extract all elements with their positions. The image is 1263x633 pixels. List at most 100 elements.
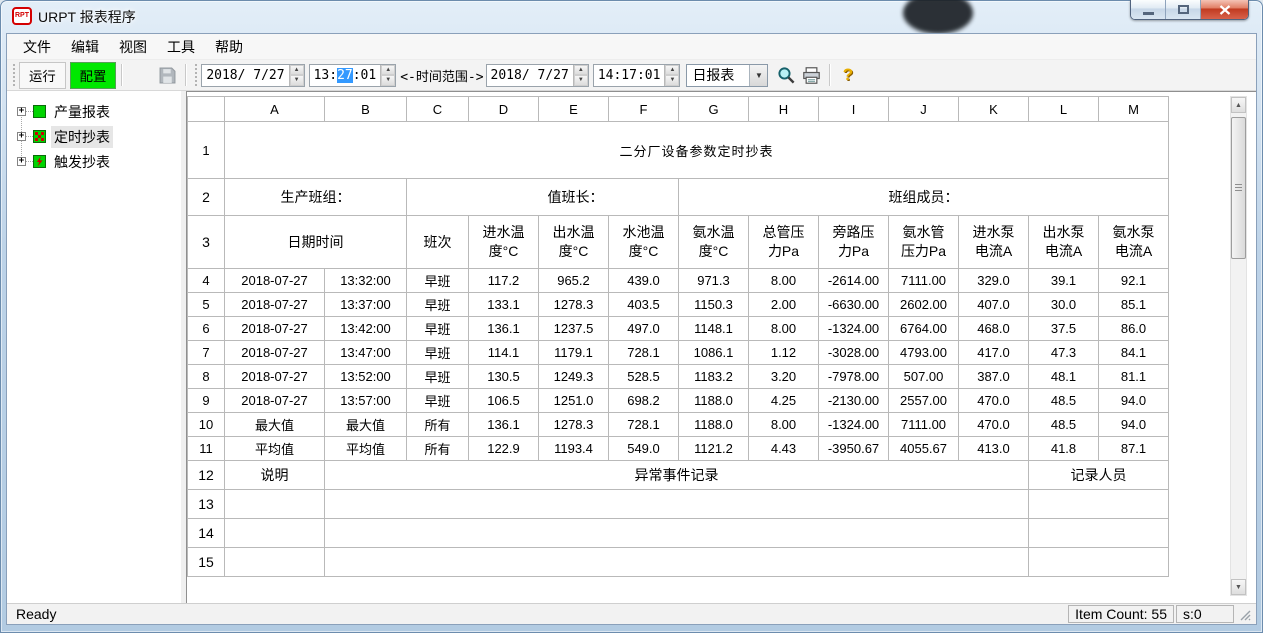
end-date-field[interactable]: 2018/ 7/27 ▲ ▼ xyxy=(486,64,589,87)
corner-cell[interactable] xyxy=(188,97,225,122)
table-cell[interactable]: -2614.00 xyxy=(819,269,889,293)
chevron-down-icon[interactable]: ▼ xyxy=(749,65,767,86)
table-cell[interactable]: -1324.00 xyxy=(819,413,889,437)
table-cell[interactable]: 2602.00 xyxy=(889,293,959,317)
table-cell[interactable]: 总管压 力Pa xyxy=(749,216,819,269)
run-button[interactable]: 运行 xyxy=(19,62,66,89)
table-cell[interactable]: 133.1 xyxy=(469,293,539,317)
table-cell[interactable]: 早班 xyxy=(407,341,469,365)
table-cell[interactable]: 4.25 xyxy=(749,389,819,413)
table-cell[interactable]: 1121.2 xyxy=(679,437,749,461)
titlebar[interactable]: RPT URPT 报表程序 xyxy=(0,0,1263,33)
row-number[interactable]: 12 xyxy=(188,461,225,490)
table-cell[interactable]: 528.5 xyxy=(609,365,679,389)
table-cell[interactable]: 4055.67 xyxy=(889,437,959,461)
column-header[interactable]: J xyxy=(889,97,959,122)
table-cell[interactable]: 136.1 xyxy=(469,317,539,341)
spin-up-icon[interactable]: ▲ xyxy=(290,65,304,76)
column-header[interactable]: M xyxy=(1099,97,1169,122)
row-number[interactable]: 14 xyxy=(188,519,225,548)
table-cell[interactable]: 81.1 xyxy=(1099,365,1169,389)
table-cell[interactable] xyxy=(1029,548,1169,577)
table-cell[interactable]: 最大值 xyxy=(325,413,407,437)
row-number[interactable]: 3 xyxy=(188,216,225,269)
table-cell[interactable]: 1179.1 xyxy=(539,341,609,365)
table-cell[interactable]: 4.43 xyxy=(749,437,819,461)
column-header[interactable]: I xyxy=(819,97,889,122)
report-type-dropdown[interactable]: 日报表 ▼ xyxy=(686,64,768,87)
table-cell[interactable]: 971.3 xyxy=(679,269,749,293)
table-cell[interactable]: 413.0 xyxy=(959,437,1029,461)
menu-file[interactable]: 文件 xyxy=(13,34,61,60)
table-cell[interactable]: 班组成员： xyxy=(679,179,1169,216)
table-cell[interactable]: 507.00 xyxy=(889,365,959,389)
table-cell[interactable]: 2018-07-27 xyxy=(225,317,325,341)
table-cell[interactable] xyxy=(225,519,325,548)
column-header[interactable]: H xyxy=(749,97,819,122)
table-cell[interactable]: 平均值 xyxy=(325,437,407,461)
table-cell[interactable]: 8.00 xyxy=(749,317,819,341)
table-cell[interactable]: 37.5 xyxy=(1029,317,1099,341)
table-cell[interactable]: 403.5 xyxy=(609,293,679,317)
table-cell[interactable]: 549.0 xyxy=(609,437,679,461)
table-cell[interactable]: 698.2 xyxy=(609,389,679,413)
table-cell[interactable]: 728.1 xyxy=(609,413,679,437)
table-cell[interactable]: 41.8 xyxy=(1029,437,1099,461)
table-cell[interactable]: 早班 xyxy=(407,365,469,389)
table-cell[interactable]: 1249.3 xyxy=(539,365,609,389)
table-cell[interactable]: 48.1 xyxy=(1029,365,1099,389)
table-cell[interactable]: 生产班组： xyxy=(225,179,407,216)
scroll-down-icon[interactable]: ▼ xyxy=(1231,579,1246,595)
table-cell[interactable]: 早班 xyxy=(407,317,469,341)
column-header[interactable]: D xyxy=(469,97,539,122)
sidebar-item-triggered-meter-report[interactable]: + 触发抄表 xyxy=(7,149,181,174)
start-time-field[interactable]: 13:27:01 ▲ ▼ xyxy=(309,64,397,87)
table-cell[interactable]: 1148.1 xyxy=(679,317,749,341)
table-cell[interactable]: 439.0 xyxy=(609,269,679,293)
table-cell[interactable] xyxy=(1029,490,1169,519)
row-number[interactable]: 8 xyxy=(188,365,225,389)
table-cell[interactable]: 日期时间 xyxy=(225,216,407,269)
table-cell[interactable]: 班次 xyxy=(407,216,469,269)
table-cell[interactable]: 329.0 xyxy=(959,269,1029,293)
expand-plus-icon[interactable]: + xyxy=(17,157,26,166)
table-cell[interactable]: 氨水管 压力Pa xyxy=(889,216,959,269)
close-button[interactable] xyxy=(1201,0,1248,19)
row-number[interactable]: 7 xyxy=(188,341,225,365)
table-cell[interactable]: 48.5 xyxy=(1029,413,1099,437)
spin-down-icon[interactable]: ▼ xyxy=(665,75,679,86)
table-cell[interactable]: 2018-07-27 xyxy=(225,365,325,389)
table-cell[interactable]: 94.0 xyxy=(1099,389,1169,413)
table-cell[interactable]: 1278.3 xyxy=(539,293,609,317)
menu-view[interactable]: 视图 xyxy=(109,34,157,60)
table-cell[interactable]: 470.0 xyxy=(959,389,1029,413)
row-number[interactable]: 13 xyxy=(188,490,225,519)
table-cell[interactable]: 1251.0 xyxy=(539,389,609,413)
table-cell[interactable]: 1086.1 xyxy=(679,341,749,365)
table-cell[interactable]: 1150.3 xyxy=(679,293,749,317)
table-cell[interactable]: 7111.00 xyxy=(889,413,959,437)
row-number[interactable]: 1 xyxy=(188,122,225,179)
row-number[interactable]: 9 xyxy=(188,389,225,413)
column-header[interactable]: K xyxy=(959,97,1029,122)
table-cell[interactable]: 470.0 xyxy=(959,413,1029,437)
table-cell[interactable]: 122.9 xyxy=(469,437,539,461)
spin-up-icon[interactable]: ▲ xyxy=(574,65,588,76)
table-cell[interactable]: 旁路压 力Pa xyxy=(819,216,889,269)
minimize-button[interactable] xyxy=(1131,0,1166,19)
scrollbar-thumb[interactable] xyxy=(1231,117,1246,259)
table-cell[interactable]: 47.3 xyxy=(1029,341,1099,365)
row-number[interactable]: 11 xyxy=(188,437,225,461)
table-cell[interactable]: 4793.00 xyxy=(889,341,959,365)
table-cell[interactable]: 所有 xyxy=(407,437,469,461)
table-cell[interactable]: 728.1 xyxy=(609,341,679,365)
table-cell[interactable]: 二分厂设备参数定时抄表 xyxy=(225,122,1169,179)
table-cell[interactable]: 2018-07-27 xyxy=(225,293,325,317)
maximize-button[interactable] xyxy=(1166,0,1201,19)
column-header[interactable]: G xyxy=(679,97,749,122)
table-cell[interactable]: 8.00 xyxy=(749,413,819,437)
help-button[interactable]: ? xyxy=(835,64,860,87)
table-cell[interactable]: 1237.5 xyxy=(539,317,609,341)
table-cell[interactable]: 7111.00 xyxy=(889,269,959,293)
table-cell[interactable]: 进水泵 电流A xyxy=(959,216,1029,269)
